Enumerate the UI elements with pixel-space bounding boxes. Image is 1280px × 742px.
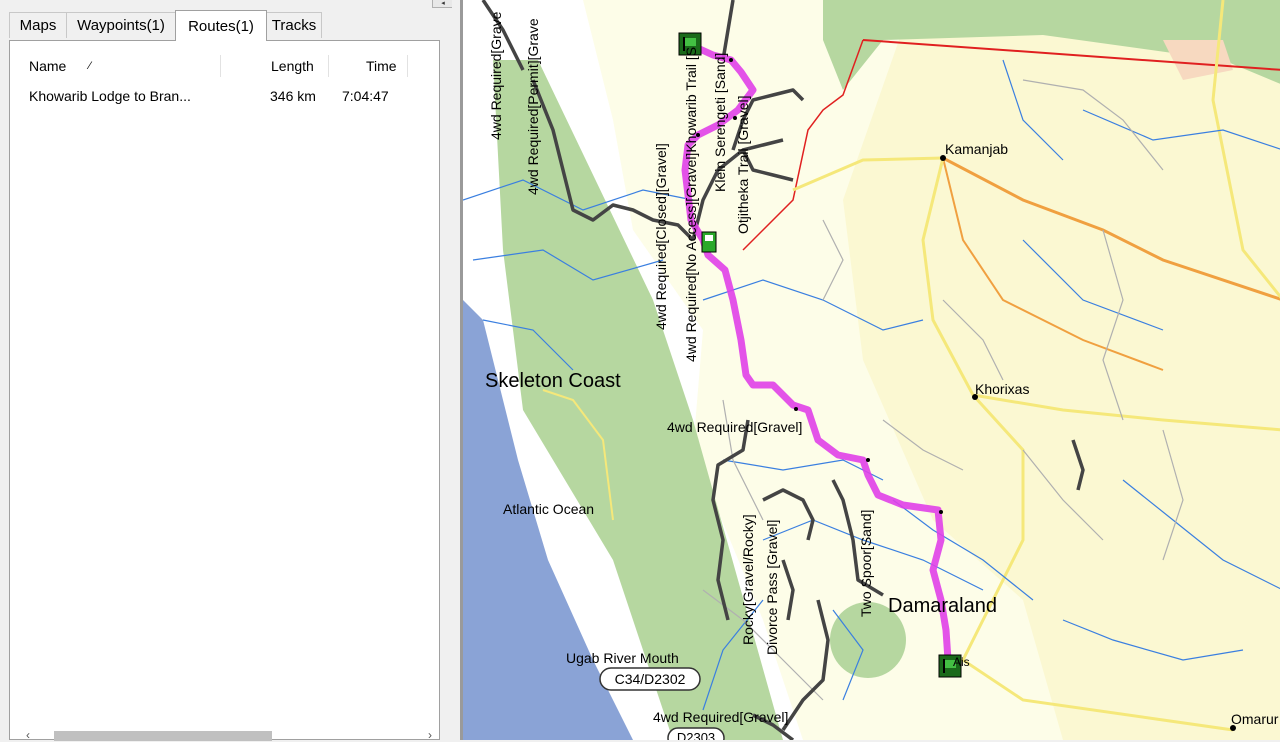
label-skeleton-coast: Skeleton Coast: [485, 370, 621, 392]
tab-label: Tracks: [271, 17, 317, 34]
label-kamanjab: Kamanjab: [945, 141, 1008, 157]
side-panel: ◂ Maps Waypoints(1) Routes(1) Tracks Nam…: [0, 0, 460, 742]
horizontal-scrollbar[interactable]: ‹ ›: [24, 728, 438, 742]
map-view[interactable]: C34/D2302 D2303 Kamanjab Khorixas Skelet…: [460, 0, 1280, 740]
route-length: 346 km: [270, 88, 316, 104]
list-header: Name ⁄ Length Time: [20, 51, 418, 81]
column-label: Name: [29, 58, 67, 74]
tab-label: Maps: [19, 17, 57, 34]
column-divider[interactable]: [407, 55, 408, 77]
label-omaruru: Omarur: [1231, 711, 1279, 727]
column-header-name[interactable]: Name: [29, 51, 66, 81]
label-road-4wd-gravel: 4wd Required[Gravel]: [667, 419, 802, 435]
shield-label: D2303: [677, 730, 715, 740]
sort-indicator-icon: ⁄: [89, 60, 91, 72]
collapse-panel-button[interactable]: ◂: [432, 0, 454, 8]
tab-label: Routes(1): [188, 17, 254, 35]
column-label: Time: [366, 58, 397, 74]
route-name: Khowarib Lodge to Bran...: [29, 88, 191, 104]
label-road-otjitheka: Otjitheka Trail [Gravel]: [735, 96, 751, 235]
tab-routes[interactable]: Routes(1): [175, 10, 267, 41]
label-road-two-spoor: Two Spoor[Sand]: [858, 510, 874, 617]
label-road-4wd-gravel: 4wd Required[Gravel]: [653, 709, 788, 725]
tab-label: Waypoints(1): [77, 17, 165, 34]
label-road-divorce-pass: Divorce Pass [Gravel]: [764, 520, 780, 655]
road-shield-c34: C34/D2302: [599, 667, 701, 691]
label-end-point: Ais: [953, 655, 970, 669]
table-row[interactable]: Khowarib Lodge to Bran... 346 km 7:04:47: [20, 85, 418, 107]
label-ugab-river-mouth: Ugab River Mouth: [566, 650, 679, 666]
label-road-4wd-closed: 4wd Required[Closed][Gravel]: [653, 143, 669, 330]
label-road-4wd-gravel-left: 4wd Required[Grave: [488, 11, 504, 140]
tab-maps[interactable]: Maps: [9, 12, 67, 38]
column-divider[interactable]: [328, 55, 329, 77]
label-atlantic-ocean: Atlantic Ocean: [503, 501, 594, 517]
panel-splitter[interactable]: [452, 0, 460, 740]
label-road-4wd-noaccess: 4wd Required[No Access][Gravel]Khowarib …: [683, 47, 699, 362]
waypoint-fuel-icon[interactable]: [701, 231, 717, 253]
column-header-length[interactable]: Length: [271, 51, 314, 81]
label-damaraland: Damaraland: [888, 595, 997, 617]
column-label: Length: [271, 58, 314, 74]
column-header-time[interactable]: Time: [366, 51, 397, 81]
route-time: 7:04:47: [342, 88, 389, 104]
road-shield-d2303: D2303: [667, 727, 725, 740]
routes-list-pane: Name ⁄ Length Time Khowarib Lodge to Bra…: [9, 40, 440, 742]
label-road-klein-serengeti: Klein Serengeti [Sand]: [712, 53, 728, 192]
column-divider[interactable]: [220, 55, 221, 77]
label-road-rocky: Rocky[Gravel/Rocky]: [740, 514, 756, 645]
tab-tracks[interactable]: Tracks: [266, 12, 322, 38]
map-canvas[interactable]: C34/D2302 D2303 Kamanjab Khorixas Skelet…: [463, 0, 1280, 740]
label-road-4wd-permit: 4wd Required[Permit][Grave: [525, 18, 541, 195]
label-khorixas: Khorixas: [975, 381, 1029, 397]
shield-label: C34/D2302: [615, 671, 686, 687]
tab-waypoints[interactable]: Waypoints(1): [66, 12, 176, 38]
